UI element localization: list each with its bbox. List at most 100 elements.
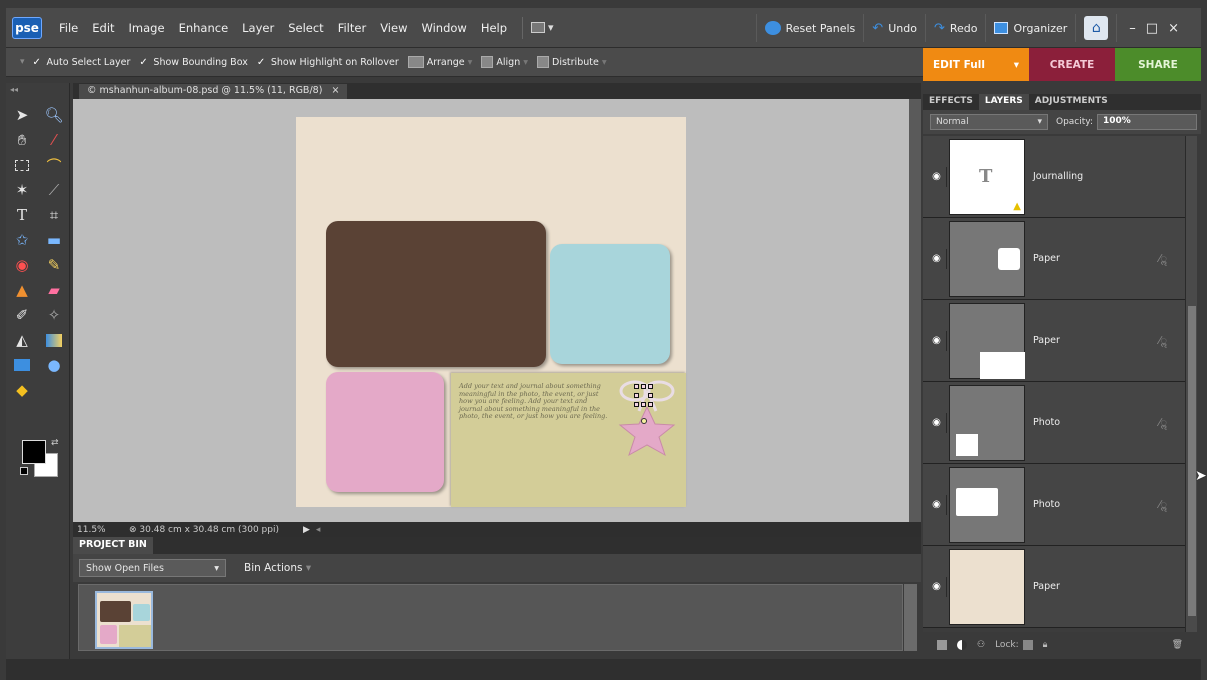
menu-window[interactable]: Window [414,21,473,35]
brush-tool-icon[interactable]: ✐ [12,305,32,325]
selection-handle[interactable] [634,402,639,407]
auto-select-layer-checkbox[interactable]: ✓ Auto Select Layer [33,57,131,68]
layer-link-icon[interactable]: ⁄ॢ [1159,497,1167,512]
blend-mode-select[interactable]: Normal ▾ [930,114,1048,130]
reset-panels-button[interactable]: Reset Panels [755,14,864,42]
scroll-left-icon[interactable]: ◂ [316,525,321,535]
sponge-tool-icon[interactable]: ◆ [12,380,32,400]
show-bounding-box-checkbox[interactable]: ✓ Show Bounding Box [139,57,247,68]
quick-selection-tool-icon[interactable]: ⟋ [44,180,64,200]
open-file-thumbnail[interactable] [95,591,153,649]
selection-handle[interactable] [648,393,653,398]
marquee-tool-icon[interactable] [12,155,32,175]
photo-frame-brown[interactable] [326,221,546,367]
menu-enhance[interactable]: Enhance [172,21,236,35]
document-tab[interactable]: © mshanhun-album-08.psd @ 11.5% (11, RGB… [79,84,348,99]
tab-adjustments[interactable]: ADJUSTMENTS [1029,94,1114,110]
menu-layer[interactable]: Layer [235,21,281,35]
close-button[interactable]: × [1164,21,1183,36]
layer-row[interactable]: ◉ Paper ⁄ॢ [923,218,1185,300]
zoom-level[interactable]: 11.5% [77,525,129,535]
menu-edit[interactable]: Edit [85,21,121,35]
workspace-layout-button[interactable]: ▾ [531,21,554,34]
clone-stamp-tool-icon[interactable]: ▲ [12,280,32,300]
align-button[interactable]: Align ▾ [481,56,528,68]
layer-name[interactable]: Paper [1033,253,1159,264]
visibility-eye-icon[interactable]: ◉ [927,166,947,187]
selection-handle[interactable] [634,393,639,398]
smart-brush-tool-icon[interactable]: ✧ [44,305,64,325]
collapse-toolbox-icon[interactable]: ◂◂ [10,85,18,94]
delete-layer-icon[interactable]: 🗑︎ [1172,640,1183,650]
project-bin-title[interactable]: PROJECT BIN [73,537,153,554]
layer-row[interactable]: ◉ Photo ⁄ॢ [923,382,1185,464]
red-eye-tool-icon[interactable]: ◉ [12,255,32,275]
menu-file[interactable]: File [52,21,85,35]
distribute-button[interactable]: Distribute ▾ [537,56,607,68]
tab-effects[interactable]: EFFECTS [923,94,979,110]
eyedropper-tool-icon[interactable]: ⁄ [44,130,64,150]
options-chevron-icon[interactable]: ▾ [20,57,25,67]
eraser-tool-icon[interactable]: ▰ [44,280,64,300]
link-layers-icon[interactable]: ⚇ [977,640,985,650]
visibility-eye-icon[interactable]: ◉ [927,494,947,515]
selection-handles[interactable] [634,384,654,424]
new-layer-icon[interactable] [937,640,947,650]
canvas-vertical-scrollbar[interactable] [909,99,921,522]
cookie-cutter-tool-icon[interactable]: ✩ [12,230,32,250]
project-bin-scrollbar[interactable] [904,584,917,651]
adjustment-layer-icon[interactable] [957,640,967,650]
healing-brush-tool-icon[interactable]: ✎ [44,255,64,275]
tab-create[interactable]: CREATE [1029,48,1115,81]
lock-all-icon[interactable]: 🔒︎ [1043,640,1048,650]
paint-bucket-tool-icon[interactable]: ◭ [12,330,32,350]
redo-button[interactable]: ↷ Redo [924,14,986,42]
opacity-input[interactable]: 100% [1097,114,1197,130]
menu-view[interactable]: View [373,21,414,35]
layer-row[interactable]: ◉ T ▲ Journalling [923,136,1185,218]
layer-name[interactable]: Journalling [1033,171,1185,182]
maximize-button[interactable]: □ [1142,21,1162,36]
layer-name[interactable]: Photo [1033,499,1159,510]
tab-share[interactable]: SHARE [1115,48,1201,81]
canvas-area[interactable]: Add your text and journal about somethin… [73,99,909,522]
photo-frame-blue[interactable] [550,244,670,364]
layer-link-icon[interactable]: ⁄ॢ [1159,251,1167,266]
layer-row[interactable]: ◉ Paper [923,546,1185,628]
lasso-tool-icon[interactable]: ⌒ [44,155,64,175]
layer-name[interactable]: Paper [1033,335,1159,346]
status-menu-arrow-icon[interactable]: ▶ [303,525,310,535]
layer-link-icon[interactable]: ⁄ॢ [1159,415,1167,430]
home-button[interactable]: ⌂ [1075,14,1116,42]
menu-filter[interactable]: Filter [331,21,373,35]
layers-scrollbar[interactable] [1185,136,1197,632]
organizer-button[interactable]: Organizer [985,14,1075,42]
menu-image[interactable]: Image [122,21,172,35]
magic-wand-tool-icon[interactable]: ✶ [12,180,32,200]
move-tool-icon[interactable]: ➤ [12,105,32,125]
lock-transparency-icon[interactable] [1022,640,1033,650]
layers-scroll-thumb[interactable] [1188,306,1196,616]
selection-handle[interactable] [648,384,653,389]
menu-help[interactable]: Help [474,21,514,35]
swap-colors-icon[interactable]: ⇄ [51,438,59,448]
shape-tool-icon[interactable] [12,355,32,375]
menu-select[interactable]: Select [281,21,330,35]
scrapbook-page[interactable]: Add your text and journal about somethin… [296,117,686,507]
undo-button[interactable]: ↶ Undo [863,14,925,42]
layer-name[interactable]: Photo [1033,417,1159,428]
layer-name[interactable]: Paper [1033,581,1185,592]
bin-actions-menu[interactable]: Bin Actions ▾ [244,562,311,574]
close-tab-icon[interactable]: × [331,85,339,96]
layer-link-icon[interactable]: ⁄ॢ [1159,333,1167,348]
show-open-files-select[interactable]: Show Open Files ▾ [79,559,226,577]
blur-tool-icon[interactable]: ● [44,355,64,375]
type-tool-icon[interactable]: T [12,205,32,225]
rotate-handle[interactable] [641,418,647,424]
layer-row[interactable]: ◉ Paper ⁄ॢ [923,300,1185,382]
selection-handle[interactable] [641,384,646,389]
selection-handle[interactable] [641,402,646,407]
visibility-eye-icon[interactable]: ◉ [927,576,947,597]
arrange-button[interactable]: Arrange ▾ [407,56,472,68]
minimize-button[interactable]: – [1125,21,1140,36]
